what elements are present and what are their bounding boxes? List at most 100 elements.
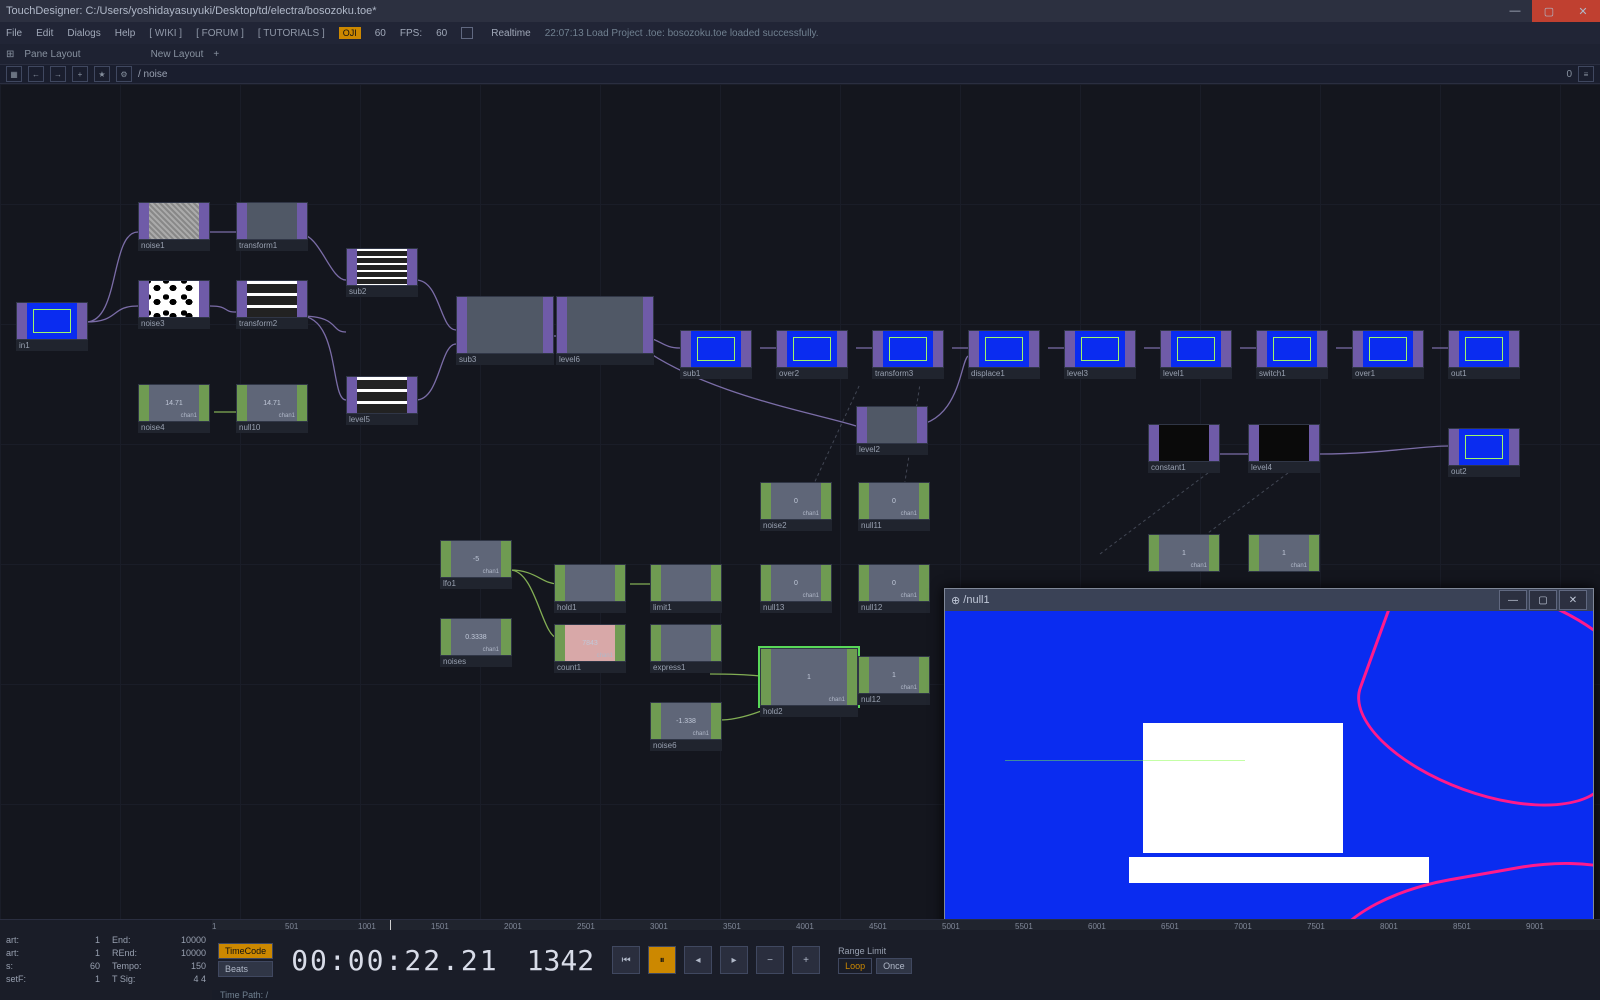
pane-split-icon[interactable]: ⊞ [6,49,14,60]
node-hold1[interactable]: hold1 [554,564,626,613]
node-level3[interactable]: level3 [1064,330,1136,379]
node-hold2[interactable]: 1chan1hold2 [760,648,858,717]
node-sub2[interactable]: sub2 [346,248,418,297]
node-level6[interactable]: level6 [556,296,654,365]
ruler-tick: 1501 [431,922,449,931]
plus-button[interactable]: + [792,946,820,974]
realtime-checkbox[interactable] [461,27,473,39]
node-level1[interactable]: level1 [1160,330,1232,379]
node-null11[interactable]: 0chan1null11 [858,482,930,531]
beats-button[interactable]: Beats [218,961,273,977]
minus-button[interactable]: − [756,946,784,974]
node-noise2[interactable]: 0chan1noise2 [760,482,832,531]
node-count1[interactable]: 7843chan1count1 [554,624,626,673]
app-title: TouchDesigner: C:/Users/yoshidayasuyuki/… [6,5,377,17]
node-chop-b[interactable]: 1chan1 [1248,534,1320,572]
nav-fwd-icon[interactable]: → [50,66,66,82]
ruler-tick: 9001 [1526,922,1544,931]
node-express1[interactable]: express1 [650,624,722,673]
node-noise1[interactable]: noise1 [138,202,210,251]
node-over1[interactable]: over1 [1352,330,1424,379]
step-fwd-button[interactable]: ▸ [720,946,748,974]
node-noise6[interactable]: -1.338chan1noise6 [650,702,722,751]
nav-add-icon[interactable]: + [72,66,88,82]
add-layout-icon[interactable]: + [213,49,219,60]
timecode-button[interactable]: TimeCode [218,943,273,959]
time-path[interactable]: Time Path: / [212,990,1600,1000]
pane-layout-label[interactable]: Pane Layout [24,49,80,60]
node-limit1[interactable]: limit1 [650,564,722,613]
link-tutorials[interactable]: [ TUTORIALS ] [258,28,325,39]
timeline-info-mid: End:10000 REnd:10000 Tempo:150 T Sig:4 4 [106,930,212,990]
node-noise3[interactable]: noise3 [138,280,210,329]
node-nul12[interactable]: 1chan1nul12 [858,656,930,705]
node-null12[interactable]: 0chan1null12 [858,564,930,613]
menu-dialogs[interactable]: Dialogs [67,28,100,39]
timecode-display[interactable]: 00:00:22.21 [281,944,508,977]
new-layout-button[interactable]: New Layout [151,49,204,60]
node-lfo1[interactable]: -5chan1lfo1 [440,540,512,589]
viewer-title: /null1 [963,594,989,606]
node-over2[interactable]: over2 [776,330,848,379]
node-chop-a[interactable]: 1chan1 [1148,534,1220,572]
viewer-close-button[interactable]: ✕ [1559,590,1587,610]
node-in1[interactable]: in1 [16,302,88,351]
node-transform2[interactable]: transform2 [236,280,308,329]
ruler-tick: 4501 [869,922,887,931]
ruler-tick: 8501 [1453,922,1471,931]
node-sub3[interactable]: sub3 [456,296,554,365]
viewer-pin-icon[interactable]: ⊕ [951,594,960,607]
link-forum[interactable]: [ FORUM ] [196,28,244,39]
viewer-maximize-button[interactable]: ▢ [1529,590,1557,610]
ruler-tick: 7501 [1307,922,1325,931]
node-transform1[interactable]: transform1 [236,202,308,251]
menu-help[interactable]: Help [115,28,136,39]
nav-gear-icon[interactable]: ⚙ [116,66,132,82]
step-back-button[interactable]: ◂ [684,946,712,974]
node-sub1[interactable]: sub1 [680,330,752,379]
node-null13[interactable]: 0chan1null13 [760,564,832,613]
loop-button[interactable]: Loop [838,958,872,974]
node-transform3[interactable]: transform3 [872,330,944,379]
node-noises[interactable]: 0.3338chan1noises [440,618,512,667]
node-out1[interactable]: out1 [1448,330,1520,379]
ruler-tick: 7001 [1234,922,1252,931]
network-path[interactable]: / noise [138,69,167,80]
timeline-ruler[interactable]: 1501100115012001250130013501400145015001… [212,920,1600,930]
frame-display[interactable]: 1342 [517,944,604,977]
realtime-label[interactable]: Realtime [491,28,530,39]
menu-edit[interactable]: Edit [36,28,53,39]
node-level5[interactable]: level5 [346,376,418,425]
maximize-button[interactable]: ▢ [1532,0,1566,22]
path-menu-icon[interactable]: ≡ [1578,66,1594,82]
rewind-button[interactable]: ⏮ [612,946,640,974]
nav-grid-icon[interactable]: ▦ [6,66,22,82]
node-null10[interactable]: 14.71chan1null10 [236,384,308,433]
node-level4[interactable]: level4 [1248,424,1320,473]
ruler-tick: 5501 [1015,922,1033,931]
viewer-window[interactable]: ⊕ /null1 — ▢ ✕ [944,588,1594,919]
timeline-info-left: art:1 art:1 s:60 setF:1 [0,930,106,990]
timeline: 1501100115012001250130013501400145015001… [0,919,1600,1000]
pause-button[interactable]: ⏸ [648,946,676,974]
timeline-cursor[interactable] [390,920,391,930]
node-constant1[interactable]: constant1 [1148,424,1220,473]
link-wiki[interactable]: [ WIKI ] [149,28,182,39]
node-level2[interactable]: level2 [856,406,928,455]
node-out2[interactable]: out2 [1448,428,1520,477]
node-displace1[interactable]: displace1 [968,330,1040,379]
nav-star-icon[interactable]: ★ [94,66,110,82]
once-button[interactable]: Once [876,958,912,974]
minimize-button[interactable]: — [1498,0,1532,22]
node-noise4[interactable]: 14.71chan1noise4 [138,384,210,433]
network-editor[interactable]: in1 noise1 transform1 noise3 transform2 … [0,84,1600,919]
perf-badge[interactable]: OJI [339,27,361,39]
node-switch1[interactable]: switch1 [1256,330,1328,379]
viewer-minimize-button[interactable]: — [1499,590,1527,610]
close-button[interactable]: ✕ [1566,0,1600,22]
viewer-titlebar[interactable]: ⊕ /null1 — ▢ ✕ [945,589,1593,611]
ruler-tick: 501 [285,922,298,931]
ruler-tick: 1 [212,922,216,931]
menu-file[interactable]: File [6,28,22,39]
nav-back-icon[interactable]: ← [28,66,44,82]
